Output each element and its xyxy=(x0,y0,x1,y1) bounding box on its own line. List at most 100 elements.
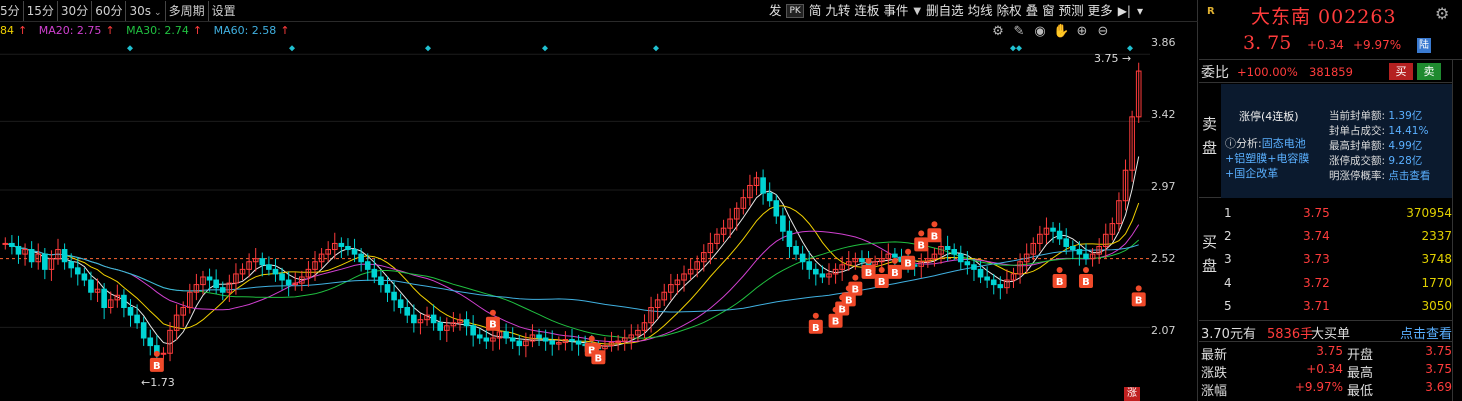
multi-period-button[interactable]: 多周期 xyxy=(166,0,209,21)
ma5-line xyxy=(5,156,1140,347)
b-marker-dot xyxy=(1056,267,1063,274)
candle-body xyxy=(430,314,437,324)
b-marker-dot xyxy=(918,230,925,237)
period-5min[interactable]: 5分 xyxy=(0,0,24,21)
tool-window[interactable]: 窗 xyxy=(1040,0,1057,22)
tool-forecast[interactable]: 预测 xyxy=(1057,0,1086,22)
tool-pk[interactable]: PK xyxy=(786,4,804,18)
big-order-label: 大买单 xyxy=(1311,327,1351,342)
candle-body xyxy=(219,287,226,293)
stock-name[interactable]: 大东南 002263 xyxy=(1251,2,1397,29)
period-30min[interactable]: 30分 xyxy=(58,0,93,21)
b-marker-dot xyxy=(865,257,872,264)
period-toolbar: 5分 15分 30分 60分 30s ⌄ 多周期 设置 发 PK 简 九转 连板 … xyxy=(0,0,1198,22)
collapse-panel-icon[interactable]: ▶| xyxy=(1115,4,1134,18)
candle-body xyxy=(213,279,219,289)
tool-jiuzhuan[interactable]: 九转 xyxy=(823,0,852,22)
signal-diamond xyxy=(542,45,548,52)
candle-body xyxy=(160,352,167,355)
big-order-link[interactable]: 点击查看 xyxy=(1400,323,1452,342)
b-marker-label: B xyxy=(595,353,603,364)
b-marker-dot xyxy=(489,309,496,316)
panel-edge xyxy=(1452,60,1462,401)
kline-chart-area[interactable]: 5分 15分 30分 60分 30s ⌄ 多周期 设置 发 PK 简 九转 连板 … xyxy=(0,0,1198,401)
buy-button[interactable]: 买 xyxy=(1389,63,1413,80)
candle-body xyxy=(206,276,213,281)
candle-body xyxy=(476,334,483,339)
candle-body xyxy=(147,337,154,347)
candle-body xyxy=(799,253,806,263)
b-marker-dot xyxy=(891,257,898,264)
tool-ma[interactable]: 均线 xyxy=(966,0,995,22)
tool-jian[interactable]: 简 xyxy=(807,0,824,22)
limit-up-tag: 涨 xyxy=(1124,387,1140,401)
candle-body xyxy=(1063,238,1070,247)
candle-body xyxy=(81,273,88,281)
axis-tick: 2.97 xyxy=(1151,180,1176,193)
stat-row: 最新 3.75 开盘 3.75 xyxy=(1201,344,1452,363)
candle-body xyxy=(944,245,951,251)
candle-body xyxy=(859,258,865,263)
candle-body xyxy=(42,253,48,270)
candle-body xyxy=(1070,245,1076,251)
candle-body xyxy=(351,249,358,255)
candle-body xyxy=(990,279,997,286)
order-book-row[interactable]: 5 3.71 3050 xyxy=(1219,296,1452,317)
period-60min[interactable]: 60分 xyxy=(92,0,127,21)
limit-up-box: 涨停(4连板) ⓘ分析:固态电池+铝塑膜+电容膜+国企改革 当前封单额: 1.3… xyxy=(1221,84,1452,198)
weibi-row: 委比 +100.00% 381859 买 卖 xyxy=(1199,61,1452,83)
stat-row: 涨跌 +0.34 最高 3.75 xyxy=(1201,362,1452,381)
sell-side: 卖盘 涨停(4连板) ⓘ分析:固态电池+铝塑膜+电容膜+国企改革 当前封单额: … xyxy=(1199,84,1452,198)
axis-tick: 2.52 xyxy=(1151,252,1176,265)
order-book-row[interactable]: 1 3.75 370954 xyxy=(1219,203,1452,224)
tool-remove-watchlist[interactable]: 删自选 xyxy=(924,0,966,22)
b-marker-label: B xyxy=(812,323,820,334)
candle-body xyxy=(134,314,140,324)
dropdown-triangle-icon[interactable]: ▼ xyxy=(910,6,924,17)
order-book-row[interactable]: 3 3.73 3748 xyxy=(1219,249,1452,270)
gear-icon[interactable]: ⚙ xyxy=(1435,4,1449,23)
settings-button[interactable]: 设置 xyxy=(209,1,239,21)
period-15min[interactable]: 15分 xyxy=(24,0,58,21)
b-marker-label: B xyxy=(1082,277,1090,288)
b-marker-dot xyxy=(931,221,938,228)
candle-body xyxy=(259,258,266,266)
tool-lianban[interactable]: 连板 xyxy=(852,0,881,22)
b-marker-dot xyxy=(153,350,160,357)
candle-body xyxy=(509,337,516,342)
candle-body xyxy=(971,264,977,270)
b-marker-label: B xyxy=(153,361,161,372)
tool-more[interactable]: 更多 xyxy=(1086,0,1115,22)
b-marker-dot xyxy=(812,312,819,319)
max-seal-row: 最高封单额: 4.99亿 xyxy=(1329,140,1423,152)
candle-body xyxy=(371,268,378,278)
sell-button[interactable]: 卖 xyxy=(1417,63,1441,80)
period-30s[interactable]: 30s ⌄ xyxy=(126,0,166,21)
tool-exright[interactable]: 除权 xyxy=(995,0,1024,22)
candle-body xyxy=(503,331,509,339)
signal-diamond xyxy=(1010,45,1016,52)
limit-up-title: 涨停(4连板) xyxy=(1239,110,1299,123)
order-book-row[interactable]: 4 3.72 1770 xyxy=(1219,273,1452,294)
chevron-down-icon[interactable]: ▾ xyxy=(1134,4,1146,18)
candle-body xyxy=(780,215,786,232)
stock-header: R 大东南 002263 ⚙ 3. 75 +0.34 +9.97% 陆 xyxy=(1199,0,1462,60)
candle-body xyxy=(997,284,1004,289)
kline-canvas[interactable]: BBBBBBBBBBBBBBBBBBBBBBBBBBBBBB xyxy=(0,22,1150,401)
order-book-row[interactable]: 2 3.74 2337 xyxy=(1219,226,1452,247)
axis-tick: 3.86 xyxy=(1151,36,1176,49)
tool-fa[interactable]: 发 xyxy=(767,0,784,22)
candle-body xyxy=(549,340,556,345)
view-prob-link[interactable]: 点击查看 xyxy=(1388,170,1430,182)
candle-body xyxy=(28,249,35,263)
b-marker-label: B xyxy=(832,317,840,328)
candle-body xyxy=(977,268,984,278)
candle-body xyxy=(358,253,364,263)
tool-overlay[interactable]: 叠 xyxy=(1024,0,1041,22)
candle-body xyxy=(760,177,766,194)
candle-body xyxy=(786,230,793,247)
tool-event[interactable]: 事件 xyxy=(881,0,910,22)
candle-body xyxy=(463,319,470,327)
signal-diamond xyxy=(289,45,295,52)
candle-body xyxy=(951,249,958,255)
